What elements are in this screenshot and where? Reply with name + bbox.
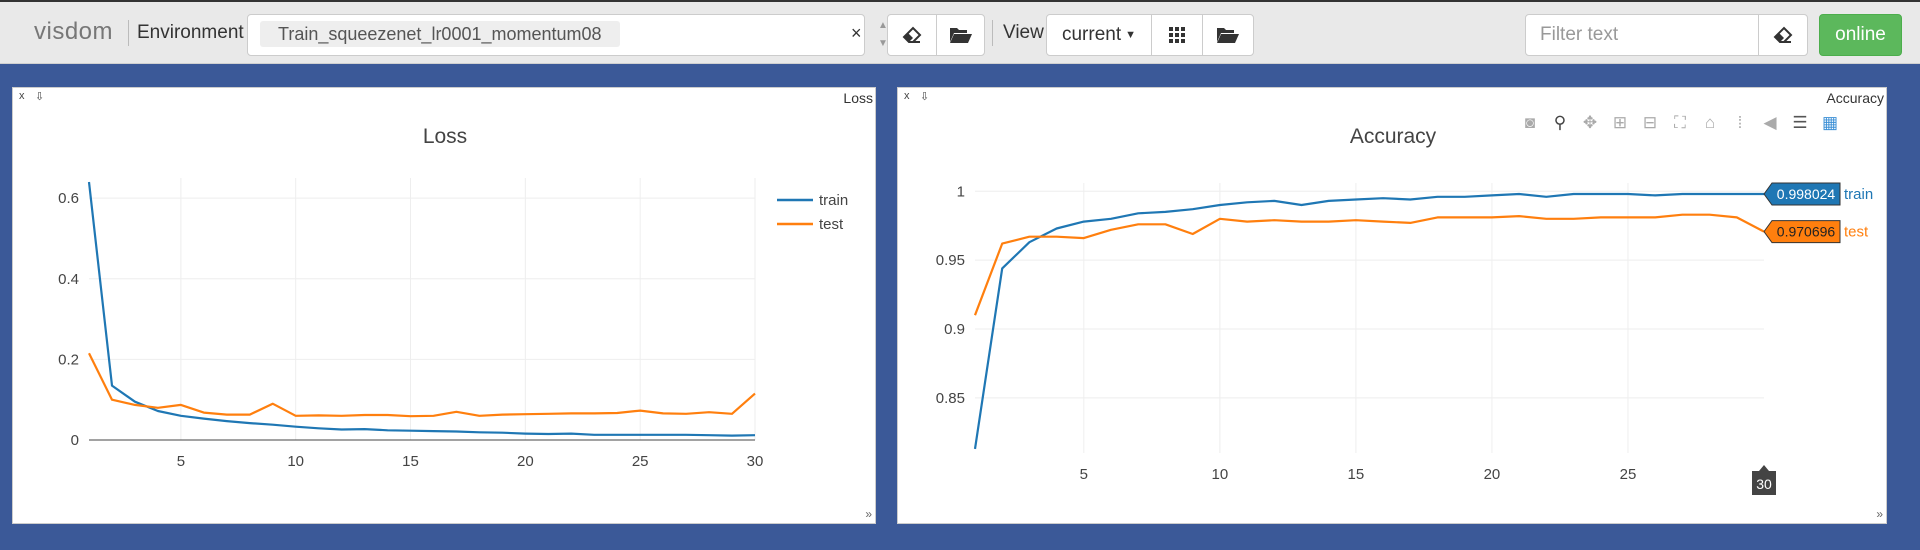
series-line-train	[87, 181, 756, 437]
x-tick-label: 5	[1080, 466, 1088, 483]
y-tick-label: 1	[957, 183, 965, 200]
clear-environment-icon[interactable]: ×	[851, 23, 862, 44]
filter-input[interactable]	[1525, 14, 1759, 56]
x-tick-label: 10	[287, 453, 304, 470]
top-navbar: visdom Environment Train_squeezenet_lr00…	[0, 0, 1920, 64]
camera-icon[interactable]: ◙	[1515, 113, 1545, 133]
repack-layout-button[interactable]	[1151, 14, 1203, 56]
hover-compare-icon[interactable]: ☰	[1785, 113, 1815, 133]
accuracy-chart[interactable]: Accuracy 5 10 15 20 25 0.85 0.9 0.95 1 0.998024 tra…	[898, 88, 1888, 525]
brand-logo: visdom	[34, 18, 114, 45]
zoom-icon[interactable]: ⚲	[1545, 113, 1575, 133]
resize-handle-icon[interactable]: »	[865, 507, 872, 521]
plot-modebar: ◙ ⚲ ✥ ⊞ ⊟ ⛶ ⌂ ⁞ ◀ ☰ ▦	[1515, 113, 1845, 133]
eraser-icon	[1773, 26, 1793, 43]
folder-open-icon	[1217, 28, 1239, 43]
y-tick-label: 0.6	[58, 190, 79, 207]
x-tick-label: 25	[1620, 466, 1637, 483]
legend-label-train: train	[819, 192, 848, 209]
x-tick-label: 15	[402, 453, 419, 470]
x-tick-label: 25	[632, 453, 649, 470]
connection-status-button[interactable]: online	[1819, 14, 1902, 56]
folder-open-icon	[949, 28, 972, 43]
zoom-in-icon[interactable]: ⊞	[1605, 113, 1635, 133]
pan-icon[interactable]: ✥	[1575, 113, 1605, 133]
environment-label: Environment	[137, 22, 244, 43]
x-tick-label: 10	[1212, 466, 1229, 483]
eraser-icon	[902, 26, 922, 43]
spike-lines-icon[interactable]: ⁞	[1725, 113, 1755, 133]
home-icon[interactable]: ⌂	[1695, 113, 1725, 133]
autoscale-icon[interactable]: ⛶	[1665, 113, 1695, 133]
hover-label-series-train: train	[1844, 186, 1873, 203]
hover-label-value-test: 0.970696	[1777, 224, 1836, 240]
x-tick-label: 20	[1484, 466, 1501, 483]
hover-label-series-test: test	[1844, 224, 1869, 241]
loss-chart[interactable]: Loss 5 10 15 20 25 30 0 0.2 0.4 0.6 train test	[13, 88, 877, 525]
y-tick-label: 0.2	[58, 351, 79, 368]
x-tick-label: 20	[517, 453, 534, 470]
chart-title: Loss	[423, 125, 467, 148]
x-tick-label: 15	[1348, 466, 1365, 483]
grid-icon	[1169, 27, 1185, 43]
series-line-test	[973, 213, 1765, 316]
view-select-value: current	[1061, 24, 1122, 45]
loss-plot-pane[interactable]: x ⇩ Loss Loss 5 10 15 20 25 30 0 0.2 0.4 0.6 train t…	[12, 87, 876, 524]
accuracy-plot-pane[interactable]: x ⇩ Accuracy Accuracy 5 10 15 20 25 0.85 0.9 0.9…	[897, 87, 1887, 524]
divider	[992, 20, 993, 46]
chart-title: Accuracy	[1350, 125, 1437, 148]
x-tick-label: 30	[747, 453, 764, 470]
y-tick-label: 0	[71, 432, 79, 449]
hover-x-label-value: 30	[1756, 476, 1772, 492]
resize-handle-icon[interactable]: »	[1876, 507, 1883, 521]
environment-tag[interactable]: Train_squeezenet_lr0001_momentum08	[260, 21, 620, 47]
view-select[interactable]: current ▼	[1046, 14, 1152, 56]
legend-label-test: test	[819, 216, 844, 233]
y-tick-label: 0.85	[936, 390, 965, 407]
series-line-test	[88, 352, 756, 418]
clear-filter-button[interactable]	[1758, 14, 1808, 56]
y-tick-label: 0.9	[944, 321, 965, 338]
hover-closest-icon[interactable]: ◀	[1755, 113, 1785, 133]
series-line-train	[973, 192, 1764, 450]
clear-env-button[interactable]	[887, 14, 937, 56]
caret-down-icon: ▼	[1125, 29, 1137, 41]
hover-label-value-train: 0.998024	[1777, 186, 1836, 202]
divider	[128, 20, 129, 46]
zoom-out-icon[interactable]: ⊟	[1635, 113, 1665, 133]
open-view-button[interactable]	[1202, 14, 1254, 56]
x-tick-label: 5	[177, 453, 185, 470]
environment-select[interactable]: Train_squeezenet_lr0001_momentum08 × ▲ ▼	[247, 14, 888, 56]
y-tick-label: 0.4	[58, 271, 79, 288]
view-label: View	[1003, 22, 1044, 43]
plotly-logo-icon[interactable]: ▦	[1815, 113, 1845, 133]
y-tick-label: 0.95	[936, 252, 965, 269]
open-env-button[interactable]	[936, 14, 985, 56]
